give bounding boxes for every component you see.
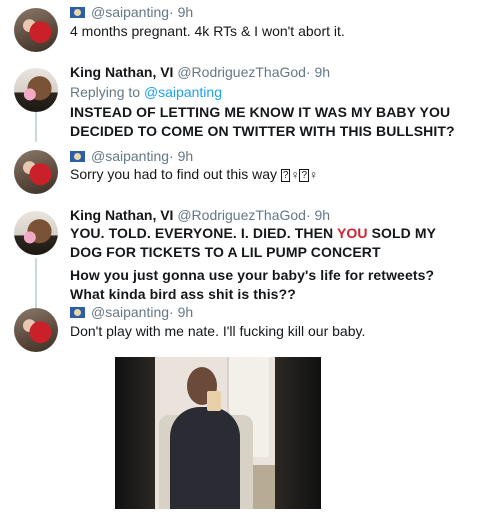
user-handle[interactable]: @RodriguezThaGod [177,207,306,223]
avatar[interactable] [14,8,58,52]
user-handle[interactable]: @RodriguezThaGod [177,64,306,80]
tweet-header: @saipanting· 9h [70,303,193,321]
tweet-text: YOU. TOLD. EVERYONE. I. DIED. THEN [70,225,337,241]
photo-phone [207,391,221,411]
tweet-text-line: INSTEAD OF LETTING ME KNOW IT WAS MY BAB… [70,104,451,120]
avatar[interactable] [14,308,58,352]
tweet-text: Don't play with me nate. I'll fucking ki… [70,323,366,339]
saipan-flag-icon [70,151,85,162]
tweet-header: @saipanting· 9h [70,3,193,21]
user-handle[interactable]: @saipanting [91,4,169,20]
missing-emoji-icon: ? [299,169,310,182]
tweet-photo[interactable] [115,357,321,509]
tweet-text-line: Sorry you had to find out this way ? ♀? ♀ [70,165,318,185]
tweet-header: @saipanting· 9h [70,147,193,165]
tweet-2[interactable]: King Nathan, VI @RodriguezThaGod· 9h Rep… [0,60,485,152]
photo-dress [170,407,240,509]
tweet-time[interactable]: · 9h [169,148,193,164]
photo-door-right [275,357,321,509]
display-name[interactable]: King Nathan, VI [70,207,173,223]
tweet-text-line: DECIDED TO COME ON TWITTER WITH THIS BUL… [70,123,455,139]
tweet-header: King Nathan, VI @RodriguezThaGod· 9h [70,63,330,81]
tweet-text: SOLD MY [367,225,437,241]
avatar[interactable] [14,211,58,255]
photo-door-left [115,357,155,509]
tweet-3[interactable]: @saipanting· 9h Sorry you had to find ou… [0,145,485,205]
tweet-header: King Nathan, VI @RodriguezThaGod· 9h [70,206,330,224]
highlighted-word: YOU [336,225,368,241]
tweet-time[interactable]: · 9h [306,64,330,80]
saipan-flag-icon [70,7,85,18]
reply-handle-link[interactable]: @saipanting [144,84,222,100]
tweet-text-line: How you just gonna use your baby's life … [70,267,435,283]
avatar[interactable] [14,68,58,112]
replying-prefix: Replying to [70,84,144,100]
tweet-4[interactable]: King Nathan, VI @RodriguezThaGod· 9h YOU… [0,205,485,305]
tweet-1[interactable]: @saipanting· 9h 4 months pregnant. 4k RT… [0,0,485,60]
tweet-time[interactable]: · 9h [306,207,330,223]
avatar[interactable] [14,150,58,194]
replying-to: Replying to @saipanting [70,83,222,102]
tweet-time[interactable]: · 9h [169,304,193,320]
female-sign-icon: ♀ [290,168,300,182]
tweet-text-line: YOU. TOLD. EVERYONE. I. DIED. THEN YOU S… [70,224,436,243]
display-name[interactable]: King Nathan, VI [70,64,173,80]
saipan-flag-icon [70,307,85,318]
female-sign-icon: ♀ [309,168,319,182]
user-handle[interactable]: @saipanting [91,304,169,320]
tweet-text: Sorry you had to find out this way [70,166,277,182]
user-handle[interactable]: @saipanting [91,148,169,164]
tweet-text-line: DOG FOR TICKETS TO A LIL PUMP CONCERT [70,244,381,260]
tweet-text: 4 months pregnant. 4k RTs & I won't abor… [70,23,345,39]
tweet-time[interactable]: · 9h [169,4,193,20]
